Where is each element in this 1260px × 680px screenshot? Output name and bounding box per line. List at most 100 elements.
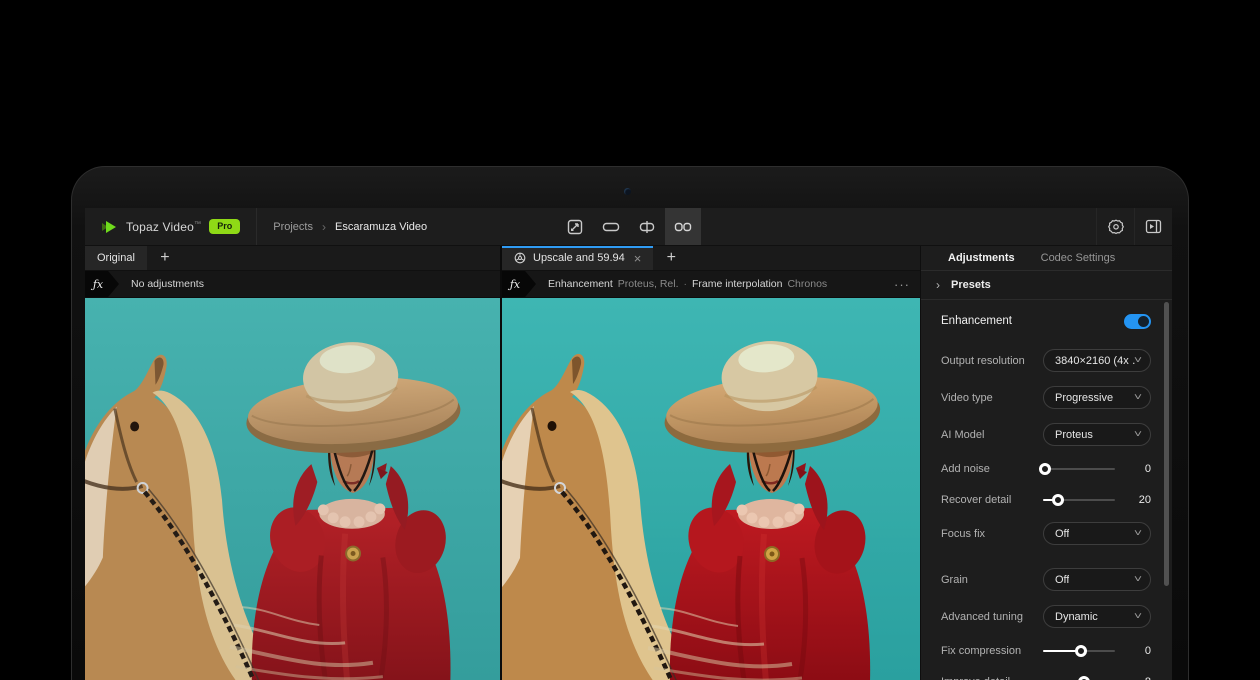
original-video-frame xyxy=(85,298,500,680)
split-view-icon xyxy=(638,219,656,235)
slider-value: 0 xyxy=(1127,645,1151,657)
control-label: Output resolution xyxy=(941,355,1025,367)
toolbar-right-group xyxy=(1096,208,1172,245)
upscale-status-bar: ƒx Enhancement Proteus, Rel. · Frame int… xyxy=(502,271,920,298)
enhancement-tab-icon xyxy=(514,252,526,264)
chevron-down-icon: ˅ xyxy=(1134,429,1142,440)
slider-handle[interactable] xyxy=(1052,494,1064,506)
recover-detail-slider[interactable] xyxy=(1043,490,1115,510)
enhancement-label: Enhancement xyxy=(941,315,1012,327)
trademark: ™ xyxy=(194,221,201,228)
original-tabbar: Original + xyxy=(85,246,500,271)
slider-value: 8 xyxy=(1127,676,1151,680)
tab-original[interactable]: Original xyxy=(85,246,147,270)
fx-badge-icon: ƒx xyxy=(85,271,119,297)
tab-upscale-label: Upscale and 59.94 xyxy=(533,252,625,264)
app-window: Topaz Video™ Pro Projects › Escaramuza V… xyxy=(85,208,1172,680)
upscale-tabbar: Upscale and 59.94 × + xyxy=(502,246,920,271)
presets-section-header[interactable]: › Presets xyxy=(921,270,1172,300)
chevron-down-icon: ˅ xyxy=(1134,392,1142,403)
status-overflow-menu-icon[interactable]: ··· xyxy=(894,277,910,292)
side-by-side-icon xyxy=(674,219,692,235)
control-row-ai-model: AI Model Proteus ˅ xyxy=(941,416,1151,453)
breadcrumb-chevron-icon: › xyxy=(322,220,326,234)
control-row-recover-detail: Recover detail 20 xyxy=(941,484,1151,515)
chevron-down-icon: ˅ xyxy=(1134,355,1142,366)
control-label: Focus fix xyxy=(941,528,985,540)
stage: Topaz Video™ Pro Projects › Escaramuza V… xyxy=(0,0,1260,680)
original-panel: Original + ƒx No adjustments xyxy=(85,246,500,680)
status-enhancement-value: Proteus, Rel. xyxy=(618,278,679,290)
control-row-fix-compression: Fix compression 0 xyxy=(941,635,1151,666)
sidebar-scroll-area: Enhancement Output resolution 3840×2160 … xyxy=(921,300,1172,680)
settings-button[interactable] xyxy=(1096,208,1134,245)
control-row-video-type: Video type Progressive ˅ xyxy=(941,379,1151,416)
sidebar-scrollbar[interactable] xyxy=(1164,302,1169,586)
slider-handle[interactable] xyxy=(1078,676,1090,680)
original-status-text: No adjustments xyxy=(131,278,204,290)
control-row-focus-fix: Focus fix Off ˅ xyxy=(941,515,1151,552)
add-view-tab-button[interactable]: + xyxy=(147,246,183,270)
slider-handle[interactable] xyxy=(1039,463,1051,475)
dropdown-value: Off xyxy=(1055,528,1069,540)
tab-upscale[interactable]: Upscale and 59.94 × xyxy=(502,246,653,270)
chevron-down-icon: ˅ xyxy=(1134,611,1142,622)
add-view-tab-button[interactable]: + xyxy=(653,246,689,270)
presets-label: Presets xyxy=(951,279,991,291)
slider-value: 20 xyxy=(1127,494,1151,506)
dropdown-value: Progressive xyxy=(1055,392,1113,404)
slider-handle[interactable] xyxy=(1075,645,1087,657)
adjustments-sidebar: Adjustments Codec Settings › Presets Enh… xyxy=(920,246,1172,680)
control-row-output-resolution: Output resolution 3840×2160 (4x … ˅ xyxy=(941,342,1151,379)
fx-badge-icon: ƒx xyxy=(502,271,536,297)
advanced-tuning-dropdown[interactable]: Dynamic ˅ xyxy=(1043,605,1151,628)
fit-screen-icon xyxy=(567,219,583,235)
grain-dropdown[interactable]: Off ˅ xyxy=(1043,568,1151,591)
upscaled-video-frame xyxy=(502,298,920,680)
render-panel-icon xyxy=(1145,219,1162,234)
control-row-add-noise: Add noise 0 xyxy=(941,453,1151,484)
video-type-dropdown[interactable]: Progressive ˅ xyxy=(1043,386,1151,409)
breadcrumb-current: Escaramuza Video xyxy=(335,221,427,233)
view-mode-group xyxy=(557,208,701,245)
side-by-side-view-button[interactable] xyxy=(665,208,701,245)
single-view-button[interactable] xyxy=(593,208,629,245)
control-row-advanced-tuning: Advanced tuning Dynamic ˅ xyxy=(941,598,1151,635)
gear-icon xyxy=(1108,219,1124,235)
export-panel-toggle-button[interactable] xyxy=(1134,208,1172,245)
enhancement-row: Enhancement xyxy=(941,306,1151,336)
chevron-down-icon: ˅ xyxy=(1134,528,1142,539)
single-view-icon xyxy=(602,219,620,235)
output-resolution-dropdown[interactable]: 3840×2160 (4x … ˅ xyxy=(1043,349,1151,372)
enhancement-toggle[interactable] xyxy=(1124,314,1151,329)
improve-detail-slider[interactable] xyxy=(1043,672,1115,680)
control-label: Fix compression xyxy=(941,645,1021,657)
tab-adjustments[interactable]: Adjustments xyxy=(948,252,1015,264)
dropdown-value: Off xyxy=(1055,574,1069,586)
breadcrumb-projects[interactable]: Projects xyxy=(273,221,313,233)
fit-screen-view-button[interactable] xyxy=(557,208,593,245)
brand-name: Topaz Video™ xyxy=(126,220,201,234)
split-view-button[interactable] xyxy=(629,208,665,245)
control-row-grain: Grain Off ˅ xyxy=(941,561,1151,598)
video-preview-upscaled[interactable] xyxy=(502,298,920,680)
video-preview-original[interactable] xyxy=(85,298,500,680)
control-label: Improve detail xyxy=(941,676,1010,680)
control-label: AI Model xyxy=(941,429,984,441)
chevron-down-icon: ˅ xyxy=(1134,574,1142,585)
control-label: Grain xyxy=(941,574,968,586)
dropdown-value: Proteus xyxy=(1055,429,1093,441)
pro-badge: Pro xyxy=(209,219,240,234)
status-interpolation-value: Chronos xyxy=(787,278,827,290)
dropdown-value: Dynamic xyxy=(1055,611,1098,623)
ai-model-dropdown[interactable]: Proteus ˅ xyxy=(1043,423,1151,446)
tab-codec-settings[interactable]: Codec Settings xyxy=(1041,252,1116,264)
add-noise-slider[interactable] xyxy=(1043,459,1115,479)
tab-original-label: Original xyxy=(97,252,135,264)
breadcrumb: Projects › Escaramuza Video xyxy=(257,220,443,234)
close-icon[interactable]: × xyxy=(634,252,642,265)
fix-compression-slider[interactable] xyxy=(1043,641,1115,661)
status-enhancement-label: Enhancement xyxy=(548,278,613,290)
focus-fix-dropdown[interactable]: Off ˅ xyxy=(1043,522,1151,545)
webcam-dot xyxy=(624,188,631,195)
